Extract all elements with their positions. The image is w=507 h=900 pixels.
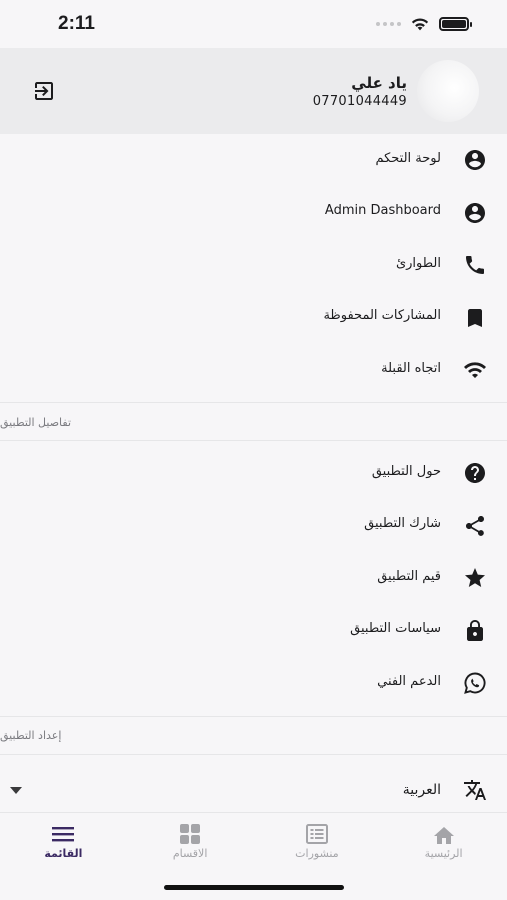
language-selector[interactable]: العربية [0,766,507,814]
nav-item-posts[interactable]: منشورات [254,813,381,872]
account-circle-icon [461,199,489,227]
avatar[interactable] [417,60,479,122]
menu-item-label: سياسات التطبيق [350,621,441,637]
menu-icon [51,823,75,845]
profile-header: ياد علي 07701044449 [0,48,507,134]
nav-item-menu[interactable]: القائمة [0,813,127,872]
menu-item-control-panel[interactable]: لوحة التحكم [0,134,507,187]
nav-label: الرئيسية [424,847,463,860]
menu-item-label: اتجاه القبلة [381,360,441,376]
chevron-down-icon[interactable] [10,785,22,795]
details-menu: حول التطبيق شارك التطبيق قيم التطبيق سيا… [0,447,507,710]
language-label: العربية [402,782,441,798]
menu-item-label: لوحة التحكم [375,150,441,166]
phone-icon [461,251,489,279]
battery-icon [439,17,472,31]
menu-item-admin-dashboard[interactable]: Admin Dashboard [0,187,507,240]
divider [0,440,507,441]
status-icons [376,17,472,31]
nav-item-categories[interactable]: الاقسام [127,813,254,872]
account-circle-icon [461,146,489,174]
menu-item-label: حول التطبيق [371,463,441,479]
home-icon [432,823,456,845]
menu-item-rate-app[interactable]: قيم التطبيق [0,552,507,605]
menu-item-about-app[interactable]: حول التطبيق [0,447,507,500]
signal-icon [376,22,401,26]
profile-phone: 07701044449 [312,93,407,109]
bookmark-icon [461,304,489,332]
bottom-navigation: الرئيسية منشورات الاقسام القائمة [0,812,507,872]
menu-item-emergency[interactable]: الطوارئ [0,239,507,292]
menu-item-label: الدعم الفني [377,673,441,689]
menu-item-saved-posts[interactable]: المشاركات المحفوظة [0,292,507,345]
profile-info: ياد علي 07701044449 [313,74,407,109]
nav-label: الاقسام [172,847,208,860]
main-menu: لوحة التحكم Admin Dashboard الطوارئ المش… [0,134,507,397]
section-title-app-settings: إعداد التطبيق [0,728,62,742]
lock-icon [461,617,489,645]
menu-item-label: الطوارئ [395,255,441,271]
nav-item-home[interactable]: الرئيسية [380,813,507,872]
wifi-icon [461,356,489,384]
list-alt-icon [305,823,329,845]
menu-item-label: قيم التطبيق [377,568,441,584]
menu-item-label: شارك التطبيق [364,516,441,532]
status-bar: 2:11 [0,0,507,48]
star-icon [461,564,489,592]
menu-item-app-policies[interactable]: سياسات التطبيق [0,605,507,658]
help-circle-icon [461,459,489,487]
nav-label: القائمة [44,847,83,860]
divider [0,402,507,403]
wifi-status-icon [411,18,429,31]
share-icon [461,512,489,540]
section-title-app-details: تفاصيل التطبيق [0,415,72,429]
whatsapp-icon [461,669,489,697]
menu-item-support[interactable]: الدعم الفني [0,657,507,710]
logout-button[interactable] [30,77,58,105]
nav-label: منشورات [295,847,339,860]
translate-icon [461,776,489,804]
menu-item-label: Admin Dashboard [324,203,441,219]
menu-item-label: المشاركات المحفوظة [323,308,441,324]
grid-icon [178,823,202,845]
logout-icon [35,82,53,100]
home-indicator [164,885,344,890]
status-time: 2:11 [58,13,95,34]
menu-item-qibla[interactable]: اتجاه القبلة [0,344,507,397]
profile-name: ياد علي [351,73,407,92]
menu-item-share-app[interactable]: شارك التطبيق [0,500,507,553]
divider [0,754,507,755]
